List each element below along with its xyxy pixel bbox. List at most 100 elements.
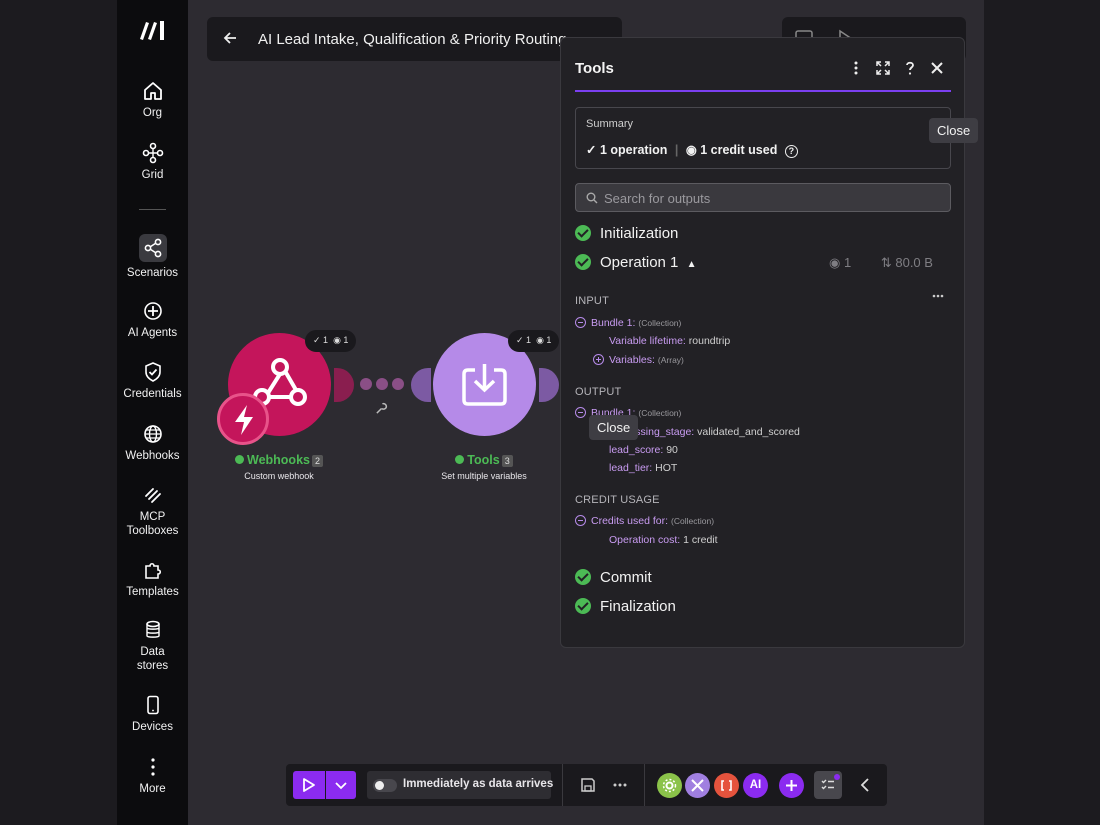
input-bundle-1[interactable]: Bundle 1: (Collection) xyxy=(575,317,681,329)
module-subtitle: Custom webhook xyxy=(244,471,314,481)
expand-plus-icon[interactable] xyxy=(593,354,604,365)
summary-box: Summary ✓ 1 operation | ◉ 1 credit used … xyxy=(575,107,951,169)
bolt-icon xyxy=(235,405,253,435)
panel-header-underline xyxy=(575,90,951,92)
sidebar-item-label: Scenarios xyxy=(126,267,179,279)
webhooks-ops-count: 1 xyxy=(323,335,329,345)
sidebar-item-org[interactable]: Org xyxy=(117,80,188,120)
stage-operation-1[interactable]: Operation 1 ▲ xyxy=(575,254,696,271)
webhook-connector xyxy=(334,368,354,402)
input-section-label: INPUT xyxy=(575,295,609,307)
outer-right-margin xyxy=(984,0,1100,825)
input-variables[interactable]: Variables: (Array) xyxy=(593,354,684,366)
ai-tool-button[interactable]: AI xyxy=(743,773,768,798)
sidebar-item-devices[interactable]: Devices xyxy=(117,694,188,734)
add-module-button[interactable] xyxy=(779,773,804,798)
tools-out-connector xyxy=(539,368,559,402)
sidebar-item-mcp-toolboxes[interactable]: MCP Toolboxes xyxy=(117,484,188,538)
schedule-toggle[interactable]: Immediately as data arrives xyxy=(367,771,553,799)
output-section-label: OUTPUT xyxy=(575,386,622,398)
gear-icon xyxy=(662,778,677,793)
toolbar-divider xyxy=(644,764,645,806)
tools-run-stats: ✓ 1 ◉ 1 xyxy=(508,330,560,352)
save-icon[interactable] xyxy=(580,777,596,793)
expand-icon[interactable] xyxy=(875,60,891,76)
tree-key: Credits used for: xyxy=(591,515,669,527)
collapse-icon[interactable] xyxy=(575,515,586,526)
tree-type: (Collection) xyxy=(671,516,715,526)
tree-key: lead_tier: xyxy=(609,462,653,474)
checklist-button[interactable] xyxy=(814,771,842,799)
connector-dot xyxy=(360,378,372,390)
close-icon[interactable] xyxy=(929,60,945,76)
run-options-button[interactable] xyxy=(326,771,356,799)
credits-used: 1 credit used xyxy=(700,143,778,157)
sidebar-item-grid[interactable]: Grid xyxy=(117,142,188,182)
wrench-icon[interactable] xyxy=(375,402,388,415)
sidebar-item-scenarios[interactable]: Scenarios xyxy=(117,234,188,280)
scheduling-tool-button[interactable] xyxy=(657,773,682,798)
sidebar-item-label: AI Agents xyxy=(127,327,178,339)
scenario-title[interactable]: AI Lead Intake, Qualification & Priority… xyxy=(258,31,610,48)
data-size-icon: ⇅ xyxy=(880,255,892,270)
credits-eye-icon: ◉ xyxy=(685,143,697,157)
toggle-switch[interactable] xyxy=(373,779,397,792)
brackets-icon xyxy=(721,780,732,791)
collapse-caret-icon[interactable]: ▲ xyxy=(687,259,697,270)
make-logo-icon[interactable] xyxy=(138,18,168,42)
stage-label: Finalization xyxy=(600,598,676,615)
checklist-icon xyxy=(821,779,834,790)
sidebar-item-ai-agents[interactable]: AI Agents xyxy=(117,300,188,340)
sidebar-item-credentials[interactable]: Credentials xyxy=(117,361,188,401)
trigger-badge xyxy=(217,393,269,445)
collapse-icon[interactable] xyxy=(575,407,586,418)
help-icon[interactable] xyxy=(902,60,918,76)
tools-in-connector xyxy=(411,368,431,402)
search-outputs[interactable] xyxy=(575,183,951,212)
stage-label: Operation 1 xyxy=(600,254,679,271)
more-horizontal-icon[interactable] xyxy=(932,293,944,299)
chevron-down-icon xyxy=(335,782,347,790)
credits-used-for[interactable]: Credits used for: (Collection) xyxy=(575,515,714,527)
stage-commit[interactable]: Commit xyxy=(575,569,652,586)
sidebar-item-label: Grid xyxy=(141,169,164,181)
operation-size: 80.0 B xyxy=(895,255,933,270)
credit-usage-section-label: CREDIT USAGE xyxy=(575,494,660,506)
sidebar-item-label: Data xyxy=(140,646,165,658)
tools-cross-icon xyxy=(691,779,704,792)
download-icon xyxy=(462,364,507,406)
stage-finalization[interactable]: Finalization xyxy=(575,598,676,615)
more-vertical-icon[interactable] xyxy=(848,60,864,76)
success-icon xyxy=(455,455,465,464)
summary-label: Summary xyxy=(586,118,634,130)
outer-left-margin xyxy=(0,0,117,825)
tools-tool-button[interactable] xyxy=(685,773,710,798)
credit-info-icon[interactable]: ? xyxy=(784,145,798,158)
chevron-left-icon[interactable] xyxy=(858,777,872,793)
success-check-icon xyxy=(575,569,591,585)
toolbar-divider xyxy=(562,764,563,806)
stage-initialization[interactable]: Initialization xyxy=(575,225,678,242)
module-subtitle: Set multiple variables xyxy=(441,471,527,481)
operations-check-icon: ✓ xyxy=(586,143,597,157)
share-icon xyxy=(144,238,161,258)
tree-key: Bundle 1: xyxy=(591,317,636,329)
run-once-button[interactable] xyxy=(293,771,325,799)
sidebar-item-data-stores[interactable]: Data stores xyxy=(117,619,188,673)
search-input[interactable] xyxy=(604,189,934,207)
bottom-toolbar: Immediately as data arrives AI xyxy=(286,764,887,806)
plus-icon xyxy=(786,780,797,791)
play-icon xyxy=(303,778,315,792)
notification-dot xyxy=(834,774,840,780)
sidebar-item-more[interactable]: More xyxy=(117,756,188,796)
collapse-icon[interactable] xyxy=(575,317,586,328)
eye-icon: ◉ xyxy=(829,255,841,270)
more-horizontal-icon[interactable] xyxy=(612,777,628,793)
sidebar-item-label: Org xyxy=(142,107,163,119)
sidebar-item-templates[interactable]: Templates xyxy=(117,559,188,599)
tree-type: (Array) xyxy=(657,355,684,365)
text-parser-tool-button[interactable] xyxy=(714,773,739,798)
back-arrow-icon[interactable] xyxy=(221,29,239,47)
mcp-icon xyxy=(144,488,161,503)
sidebar-item-webhooks[interactable]: Webhooks xyxy=(117,423,188,463)
